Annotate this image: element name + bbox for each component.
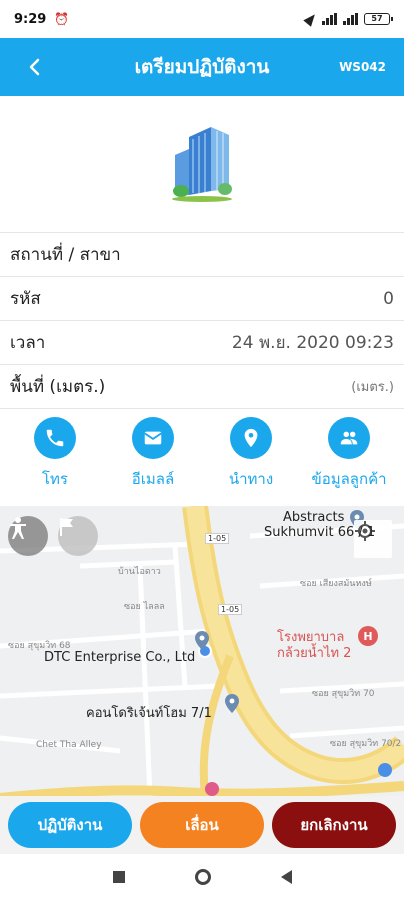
app-header: เตรียมปฏิบัติงาน WS042 — [0, 38, 404, 96]
map-label-condo: คอนโดริเจ้นท์โฮม 7/1 — [86, 706, 212, 721]
code-value: 0 — [383, 288, 394, 309]
email-label: อีเมลล์ — [131, 470, 175, 488]
location-arrow-icon — [303, 11, 319, 27]
row-location: สถานที่ / สาขา — [0, 232, 404, 276]
status-icons: 57 — [303, 11, 393, 27]
info-list: สถานที่ / สาขา รหัส 0 เวลา 24 พ.ย. 2020 … — [0, 232, 404, 408]
customer-info-action[interactable]: ข้อมูลลูกค้า — [301, 409, 397, 506]
job-code: WS042 — [339, 60, 386, 74]
chevron-left-icon — [29, 58, 40, 76]
navigate-action[interactable]: นำทาง — [203, 409, 299, 506]
map-label-soi-f: บ้านไอดาว — [118, 567, 161, 577]
battery-icon: 57 — [364, 13, 393, 25]
office-building-logo — [172, 127, 232, 202]
start-work-button[interactable]: ปฏิบัติงาน — [8, 802, 132, 848]
flag-button[interactable] — [58, 516, 98, 556]
map-label-sukhumvit: Sukhumvit 66 / 1 — [264, 525, 376, 540]
time-value: 24 พ.ย. 2020 09:23 — [231, 333, 394, 353]
row-area: พื้นที่ (เมตร.) (เมตร.) — [0, 364, 404, 408]
area-value: (เมตร.) — [351, 380, 394, 395]
map-label-hospital-2: กล้วยน้ำไท 2 — [277, 646, 352, 661]
road-tag-2: 1-05 — [218, 604, 243, 615]
people-icon[interactable] — [328, 417, 370, 459]
status-time: 9:29 — [14, 11, 47, 27]
map-label-soi-e: ซอย ไลลล — [124, 602, 165, 612]
row-code: รหัส 0 — [0, 276, 404, 320]
area-label: พื้นที่ (เมตร.) — [10, 377, 106, 397]
person-icon — [10, 517, 26, 539]
map-label-soi-a: ซอย สุขุมวิท 68 — [8, 641, 71, 651]
map-label-alley: Chet Tha Alley — [36, 740, 102, 750]
system-nav-bar — [0, 854, 404, 900]
call-label: โทร — [41, 470, 68, 488]
postpone-button[interactable]: เลื่อน — [140, 802, 264, 848]
map-label-soi-c: ซอย สุขุมวิท 70 — [312, 689, 375, 699]
time-label: เวลา — [10, 333, 46, 353]
signal-icon-2 — [343, 13, 358, 25]
row-time: เวลา 24 พ.ย. 2020 09:23 — [0, 320, 404, 364]
alarm-icon: ⏰ — [54, 12, 70, 26]
road-tag-1: 1-05 — [205, 533, 230, 544]
home-icon[interactable] — [194, 869, 211, 885]
email-action[interactable]: อีเมลล์ — [105, 409, 201, 506]
navigate-label: นำทาง — [228, 470, 274, 488]
back-icon[interactable] — [280, 870, 292, 884]
map-label-soi-d: ซอย สุขุมวิท 70/2 — [330, 739, 402, 749]
flag-icon — [60, 518, 73, 536]
map-label-abstracts: Abstracts — [283, 510, 345, 525]
cancel-job-button[interactable]: ยกเลิกงาน — [272, 802, 396, 848]
company-logo-area — [0, 96, 404, 232]
call-action[interactable]: โทร — [7, 409, 103, 506]
code-label: รหัส — [10, 289, 41, 309]
bottom-action-bar: ปฏิบัติงาน เลื่อน ยกเลิกงาน — [0, 796, 404, 854]
map-label-dtc: DTC Enterprise Co., Ltd — [44, 650, 196, 665]
email-icon[interactable] — [132, 417, 174, 459]
status-bar: 9:29 ⏰ 57 — [0, 0, 404, 38]
map-view[interactable]: Abstracts Sukhumvit 66 / 1 โรงพยาบาล กล้… — [0, 506, 404, 796]
back-button[interactable] — [18, 50, 52, 84]
location-label: สถานที่ / สาขา — [10, 245, 121, 265]
recent-apps-icon[interactable] — [112, 871, 125, 883]
map-label-soi-b: ซอย เสียงสมันหงษ์ — [300, 579, 372, 589]
phone-icon[interactable] — [34, 417, 76, 459]
hospital-badge: H — [358, 626, 378, 646]
signal-icon — [322, 13, 337, 25]
customer-info-label: ข้อมูลลูกค้า — [311, 470, 387, 488]
location-pin-icon[interactable] — [230, 417, 272, 459]
action-bar: โทร อีเมลล์ นำทาง ข้อมูลลูกค้า — [0, 408, 404, 506]
accessibility-button[interactable] — [8, 516, 48, 556]
